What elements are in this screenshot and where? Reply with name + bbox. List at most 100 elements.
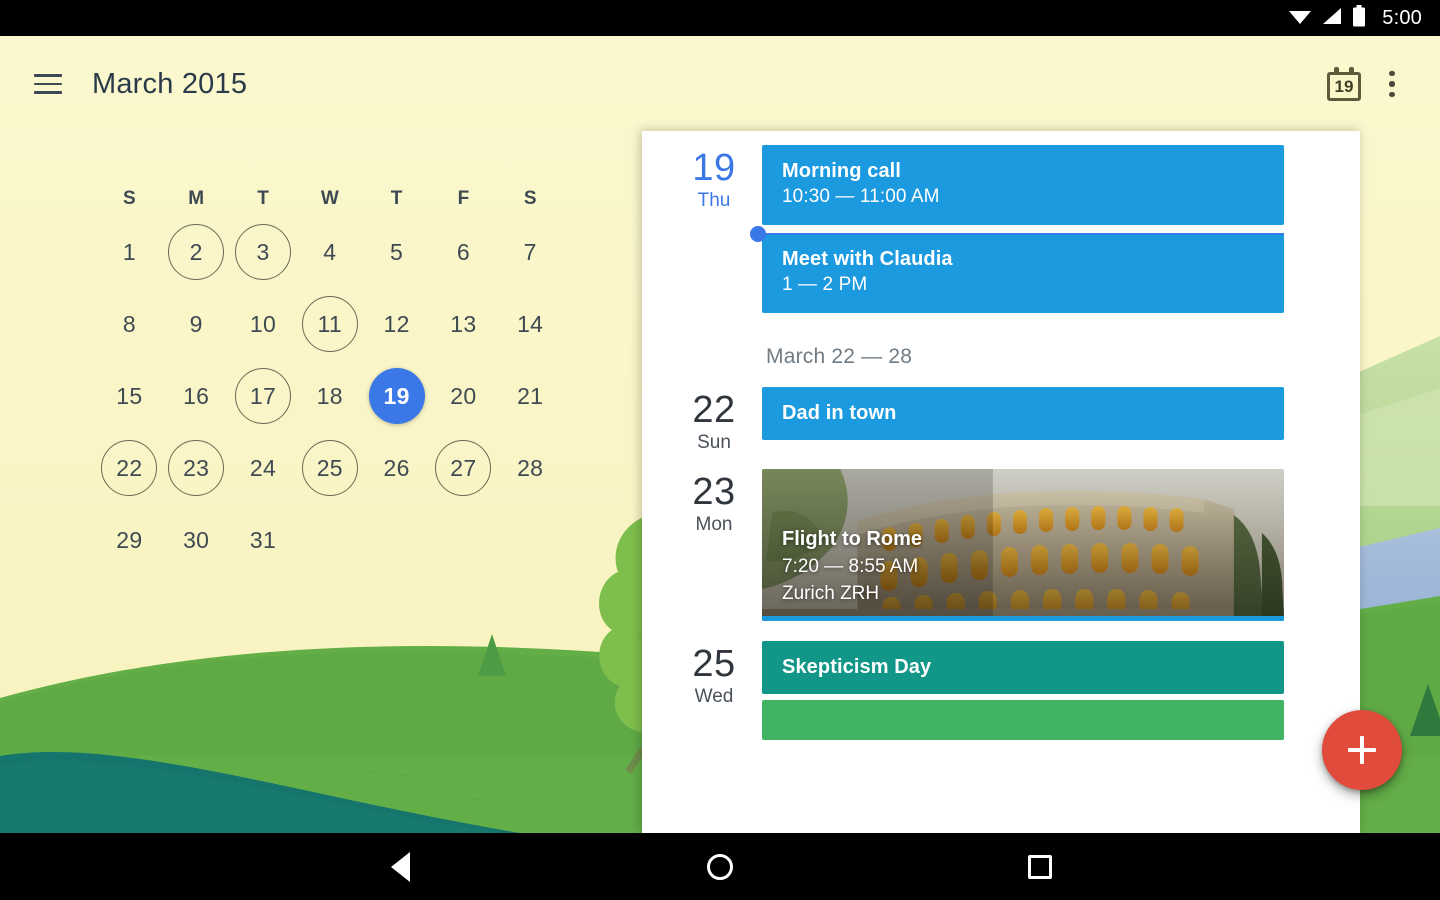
weekday-header: F <box>457 188 470 209</box>
agenda-date-column[interactable]: 22 Sun <box>666 373 762 455</box>
day-cell[interactable]: 6 <box>430 216 497 288</box>
agenda-date-column[interactable]: 19 Thu <box>666 131 762 319</box>
month-week-row: 12345 67 <box>96 216 564 288</box>
page-title: March 2015 <box>92 67 248 100</box>
agenda-event-column: Dad in town <box>762 373 1284 455</box>
day-number: 29 <box>116 526 143 553</box>
day-cell-empty <box>497 504 564 576</box>
day-number: 5 <box>390 238 404 265</box>
day-number: 31 <box>249 526 277 553</box>
day-cell[interactable]: 9 <box>163 288 230 360</box>
agenda-date-column[interactable]: 23 Mon <box>666 455 762 627</box>
status-bar: 5:00 <box>0 0 1440 36</box>
agenda-day-weekday: Mon <box>695 514 733 535</box>
day-cell[interactable]: 4 <box>296 216 363 288</box>
day-cell[interactable]: 25 <box>296 432 363 504</box>
day-cell[interactable]: 16 <box>163 360 230 432</box>
day-cell[interactable]: 23 <box>163 432 230 504</box>
android-screen: 5:00 March 2015 19 SMTWTFS 1 2 3 4 5 6 7 8 9 10 11… <box>0 0 1440 900</box>
day-number: 9 <box>189 310 203 337</box>
hamburger-bars <box>34 74 62 94</box>
hamburger-menu-icon[interactable] <box>24 60 72 108</box>
month-week-row: 29 30 31 <box>96 504 564 576</box>
day-cell[interactable]: 8 <box>96 288 163 360</box>
day-cell[interactable]: 2 <box>163 216 230 288</box>
add-event-fab[interactable] <box>1322 710 1402 790</box>
day-cell[interactable]: 30 <box>163 504 230 576</box>
day-number: 20 <box>450 382 477 409</box>
day-number: 6 <box>456 238 470 265</box>
day-cell[interactable]: 1 <box>96 216 163 288</box>
event-card[interactable]: Dad in town <box>762 387 1284 440</box>
day-cell-empty <box>430 504 497 576</box>
agenda-day-number: 19 <box>692 147 736 189</box>
agenda-day-weekday: Thu <box>697 190 731 211</box>
day-number: 1 <box>122 238 136 265</box>
day-cell[interactable]: 28 <box>497 432 564 504</box>
agenda-day-22: 22 Sun Dad in town <box>642 373 1360 455</box>
weekday-header-row: SMTWTFS <box>96 182 564 216</box>
day-number: 16 <box>183 382 210 409</box>
day-cell[interactable]: 18 <box>296 360 363 432</box>
month-week-row: 15 16 17 18 19 20 21 <box>96 360 564 432</box>
agenda-day-number: 25 <box>692 643 736 685</box>
event-card[interactable]: Meet with Claudia 1 — 2 PM <box>762 233 1284 313</box>
day-cell[interactable]: 21 <box>497 360 564 432</box>
recents-icon[interactable] <box>1008 843 1072 891</box>
agenda-day-number: 22 <box>692 389 736 431</box>
day-cell[interactable]: 31 <box>230 504 297 576</box>
agenda-panel[interactable]: 19 Thu Morning call 10:30 — 11:00 AM Mee… <box>642 131 1360 833</box>
week-range-header: March 22 — 28 <box>766 345 913 368</box>
today-calendar-icon[interactable]: 19 <box>1320 60 1368 108</box>
day-number: 11 <box>301 296 358 352</box>
day-cell[interactable]: 15 <box>96 360 163 432</box>
event-color-strip <box>762 616 1284 621</box>
agenda-day-25: 25 Wed Skepticism Day <box>642 627 1360 746</box>
overflow-dots <box>1389 70 1395 98</box>
signal-icon <box>1321 6 1343 31</box>
day-cell[interactable]: 12 <box>363 288 430 360</box>
event-card[interactable]: Morning call 10:30 — 11:00 AM <box>762 145 1284 225</box>
day-number: 25 <box>301 440 358 496</box>
agenda-day-weekday: Sun <box>697 432 731 453</box>
day-number: 14 <box>517 310 544 337</box>
day-cell[interactable]: 10 <box>230 288 297 360</box>
event-title: Dad in town <box>782 402 897 424</box>
day-cell[interactable]: 14 <box>497 288 564 360</box>
more-vertical-icon[interactable] <box>1368 60 1416 108</box>
day-cell[interactable]: 3 <box>230 216 297 288</box>
day-cell[interactable]: 5 <box>363 216 430 288</box>
event-card-photo[interactable]: Flight to Rome 7:20 — 8:55 AM Zurich ZRH <box>762 469 1284 621</box>
day-cell[interactable]: 17 <box>230 360 297 432</box>
day-number: 18 <box>316 382 343 409</box>
event-card-partial[interactable] <box>762 700 1284 740</box>
event-card[interactable]: Skepticism Day <box>762 641 1284 694</box>
calendar-glyph: 19 <box>1327 67 1361 101</box>
day-cell[interactable]: 24 <box>230 432 297 504</box>
day-number: 17 <box>234 368 291 424</box>
day-number: 24 <box>249 454 277 481</box>
back-icon[interactable] <box>368 843 432 891</box>
day-cell[interactable]: 27 <box>430 432 497 504</box>
day-number: 26 <box>383 454 410 481</box>
day-number: 15 <box>116 382 143 409</box>
day-cell[interactable]: 13 <box>430 288 497 360</box>
agenda-event-column: Flight to Rome 7:20 — 8:55 AM Zurich ZRH <box>762 455 1284 627</box>
day-cell[interactable]: 26 <box>363 432 430 504</box>
plus-icon <box>1346 734 1378 766</box>
day-number: 27 <box>435 440 492 496</box>
day-cell-empty <box>363 504 430 576</box>
android-navigation-bar <box>0 833 1440 900</box>
day-cell[interactable]: 20 <box>430 360 497 432</box>
day-number: 28 <box>517 454 544 481</box>
month-weeks: 1 2 3 4 5 6 7 8 9 10 11 12 13 14 15 16 17 18 19 20 21 22 23 24 2… <box>96 216 564 576</box>
app-bar: March 2015 19 <box>0 36 1440 132</box>
day-cell[interactable]: 29 <box>96 504 163 576</box>
day-cell[interactable]: 19 <box>363 360 430 432</box>
day-cell[interactable]: 7 <box>497 216 564 288</box>
day-cell[interactable]: 22 <box>96 432 163 504</box>
agenda-date-column[interactable]: 25 Wed <box>666 627 762 746</box>
agenda-event-column: Morning call 10:30 — 11:00 AM Meet with … <box>750 131 1284 319</box>
day-cell[interactable]: 11 <box>296 288 363 360</box>
home-icon[interactable] <box>688 843 752 891</box>
